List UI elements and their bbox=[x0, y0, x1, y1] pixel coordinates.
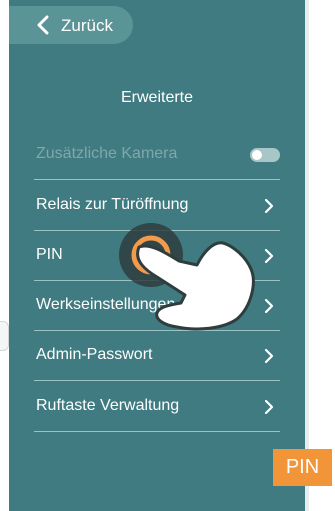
menu-item-label: Zusätzliche Kamera bbox=[36, 145, 178, 162]
side-tab bbox=[0, 321, 9, 351]
menu-item-label: Ruftaste Verwaltung bbox=[36, 397, 180, 414]
menu-item-call-button[interactable]: Ruftaste Verwaltung bbox=[34, 381, 280, 432]
chevron-left-icon bbox=[37, 15, 49, 35]
tap-hand-icon bbox=[119, 223, 255, 331]
phone-screen: Zurück Erweiterte Zusätzliche Kamera Rel… bbox=[9, 0, 305, 511]
chevron-right-icon bbox=[264, 348, 274, 364]
chevron-right-icon bbox=[264, 198, 274, 214]
menu-item-admin-password[interactable]: Admin-Passwort bbox=[34, 330, 280, 381]
phone-frame-edge bbox=[305, 0, 309, 511]
menu-item-label: Admin-Passwort bbox=[36, 346, 153, 363]
pin-badge: PIN bbox=[273, 449, 332, 486]
back-label: Zurück bbox=[61, 16, 113, 35]
menu-item-additional-camera: Zusätzliche Kamera bbox=[34, 129, 280, 180]
page-title: Erweiterte bbox=[120, 89, 194, 106]
chevron-right-icon bbox=[264, 399, 274, 415]
additional-camera-toggle[interactable] bbox=[250, 148, 280, 162]
menu-item-label: Relais zur Türöffnung bbox=[36, 196, 189, 213]
back-button[interactable]: Zurück bbox=[9, 6, 133, 44]
toggle-knob bbox=[252, 150, 262, 160]
menu-item-label: PIN bbox=[36, 246, 63, 263]
